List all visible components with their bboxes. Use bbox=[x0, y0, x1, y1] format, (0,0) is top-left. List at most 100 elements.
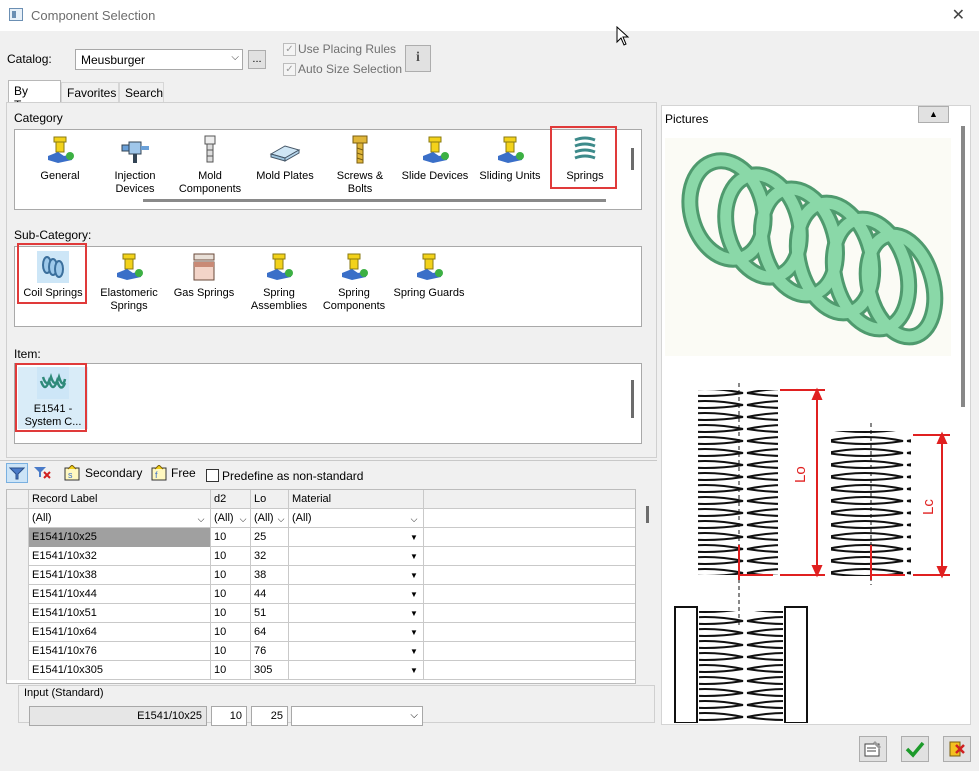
row-header[interactable] bbox=[7, 661, 29, 680]
cell-record-label[interactable]: E1541/10x44 bbox=[29, 585, 211, 604]
tab-by-type[interactable]: By Type bbox=[8, 80, 61, 112]
subcategory-item-spring-guards[interactable]: Spring Guards bbox=[393, 251, 465, 300]
row-header[interactable] bbox=[7, 528, 29, 547]
use-placing-rules-checkbox[interactable]: ✓ bbox=[283, 43, 296, 56]
table-row[interactable]: E1541/10x76 10 76 ▼ bbox=[7, 642, 635, 661]
subcategory-item-spring-components[interactable]: Spring Components bbox=[318, 251, 390, 313]
cell-lo[interactable]: 44 bbox=[251, 585, 289, 604]
dropdown-arrow-icon[interactable]: ▼ bbox=[407, 531, 421, 545]
column-header-material[interactable]: Material bbox=[289, 490, 424, 509]
row-header[interactable] bbox=[7, 642, 29, 661]
cell-material[interactable]: ▼ bbox=[289, 623, 424, 642]
cell-d2[interactable]: 10 bbox=[211, 604, 251, 623]
dropdown-arrow-icon[interactable]: ▼ bbox=[407, 645, 421, 659]
column-header-record-label[interactable]: Record Label bbox=[29, 490, 211, 509]
close-icon[interactable]: ✕ bbox=[952, 5, 965, 25]
cell-lo[interactable]: 64 bbox=[251, 623, 289, 642]
filter-d2[interactable]: (All) ⌵ bbox=[211, 509, 251, 528]
catalog-select[interactable]: Meusburger ⌵ bbox=[75, 49, 243, 70]
input-material-select[interactable]: ⌵ bbox=[291, 706, 423, 726]
table-row[interactable]: E1541/10x25 10 25 ▼ bbox=[7, 528, 635, 547]
cell-lo[interactable]: 305 bbox=[251, 661, 289, 680]
cell-d2[interactable]: 10 bbox=[211, 528, 251, 547]
category-item-slide-devices[interactable]: Slide Devices bbox=[399, 134, 471, 183]
table-row[interactable]: E1541/10x64 10 64 ▼ bbox=[7, 623, 635, 642]
cell-d2[interactable]: 10 bbox=[211, 585, 251, 604]
tab-search[interactable]: Search bbox=[119, 82, 164, 102]
category-item-mold-components[interactable]: Mold Components bbox=[174, 134, 246, 196]
cell-material[interactable]: ▼ bbox=[289, 566, 424, 585]
predefine-checkbox[interactable] bbox=[206, 469, 219, 482]
cell-material[interactable]: ▼ bbox=[289, 642, 424, 661]
cell-d2[interactable]: 10 bbox=[211, 642, 251, 661]
auto-size-checkbox[interactable]: ✓ bbox=[283, 63, 296, 76]
cell-material[interactable]: ▼ bbox=[289, 604, 424, 623]
category-horizontal-scrollbar[interactable] bbox=[143, 199, 606, 202]
cell-material[interactable]: ▼ bbox=[289, 547, 424, 566]
tab-favorites[interactable]: Favorites bbox=[61, 82, 119, 102]
cell-d2[interactable]: 10 bbox=[211, 623, 251, 642]
free-icon[interactable]: f bbox=[151, 464, 169, 481]
cell-d2[interactable]: 10 bbox=[211, 661, 251, 680]
dropdown-arrow-icon[interactable]: ▼ bbox=[407, 588, 421, 602]
dropdown-arrow-icon[interactable]: ▼ bbox=[407, 607, 421, 621]
category-item-screws-bolts[interactable]: Screws & Bolts bbox=[324, 134, 396, 196]
table-scrollbar-thumb[interactable] bbox=[646, 506, 649, 523]
item-vertical-scrollbar[interactable] bbox=[631, 380, 634, 418]
clear-filter-button[interactable] bbox=[33, 465, 53, 483]
cell-material[interactable]: ▼ bbox=[289, 585, 424, 604]
cell-lo[interactable]: 76 bbox=[251, 642, 289, 661]
cell-d2[interactable]: 10 bbox=[211, 547, 251, 566]
dropdown-arrow-icon[interactable]: ▼ bbox=[407, 550, 421, 564]
secondary-label[interactable]: Secondary bbox=[85, 466, 142, 480]
table-row[interactable]: E1541/10x38 10 38 ▼ bbox=[7, 566, 635, 585]
input-record-field[interactable]: E1541/10x25 bbox=[29, 706, 207, 726]
cell-record-label[interactable]: E1541/10x305 bbox=[29, 661, 211, 680]
info-button[interactable]: i bbox=[405, 45, 431, 72]
cell-lo[interactable]: 51 bbox=[251, 604, 289, 623]
cell-d2[interactable]: 10 bbox=[211, 566, 251, 585]
table-row[interactable]: E1541/10x44 10 44 ▼ bbox=[7, 585, 635, 604]
row-header[interactable] bbox=[7, 585, 29, 604]
filter-lo[interactable]: (All) ⌵ bbox=[251, 509, 289, 528]
category-item-mold-plates[interactable]: Mold Plates bbox=[249, 134, 321, 183]
cell-lo[interactable]: 32 bbox=[251, 547, 289, 566]
cell-lo[interactable]: 38 bbox=[251, 566, 289, 585]
dropdown-arrow-icon[interactable]: ▼ bbox=[407, 569, 421, 583]
secondary-icon[interactable]: s bbox=[64, 464, 82, 481]
category-vertical-scrollbar[interactable] bbox=[631, 148, 634, 170]
input-lo-field[interactable]: 25 bbox=[251, 706, 288, 726]
filter-toolbar-button[interactable] bbox=[6, 463, 28, 483]
cancel-button[interactable] bbox=[943, 736, 971, 762]
pictures-scrollbar[interactable] bbox=[961, 126, 965, 407]
properties-button[interactable] bbox=[859, 736, 887, 762]
table-row[interactable]: E1541/10x32 10 32 ▼ bbox=[7, 547, 635, 566]
column-header-lo[interactable]: Lo bbox=[251, 490, 289, 509]
row-header[interactable] bbox=[7, 547, 29, 566]
cell-record-label[interactable]: E1541/10x51 bbox=[29, 604, 211, 623]
row-header[interactable] bbox=[7, 623, 29, 642]
table-row[interactable]: E1541/10x51 10 51 ▼ bbox=[7, 604, 635, 623]
catalog-browse-button[interactable]: ... bbox=[248, 50, 266, 69]
dropdown-arrow-icon[interactable]: ▼ bbox=[407, 626, 421, 640]
cell-material[interactable]: ▼ bbox=[289, 528, 424, 547]
table-row[interactable]: E1541/10x305 10 305 ▼ bbox=[7, 661, 635, 680]
cell-record-label[interactable]: E1541/10x38 bbox=[29, 566, 211, 585]
category-item-general[interactable]: General bbox=[24, 134, 96, 183]
free-label[interactable]: Free bbox=[171, 466, 196, 480]
row-header[interactable] bbox=[7, 604, 29, 623]
cell-record-label[interactable]: E1541/10x64 bbox=[29, 623, 211, 642]
cell-lo[interactable]: 25 bbox=[251, 528, 289, 547]
input-d2-field[interactable]: 10 bbox=[211, 706, 247, 726]
subcategory-item-gas-springs[interactable]: Gas Springs bbox=[168, 251, 240, 300]
filter-record-label[interactable]: (All) ⌵ bbox=[29, 509, 211, 528]
pictures-collapse-button[interactable]: ▲ bbox=[918, 106, 949, 123]
ok-button[interactable] bbox=[901, 736, 929, 762]
filter-material[interactable]: (All) ⌵ bbox=[289, 509, 424, 528]
cell-record-label[interactable]: E1541/10x25 bbox=[29, 528, 211, 547]
category-item-sliding-units[interactable]: Sliding Units bbox=[474, 134, 546, 183]
category-item-injection-devices[interactable]: Injection Devices bbox=[99, 134, 171, 196]
row-header[interactable] bbox=[7, 566, 29, 585]
cell-record-label[interactable]: E1541/10x76 bbox=[29, 642, 211, 661]
dropdown-arrow-icon[interactable]: ▼ bbox=[407, 664, 421, 678]
